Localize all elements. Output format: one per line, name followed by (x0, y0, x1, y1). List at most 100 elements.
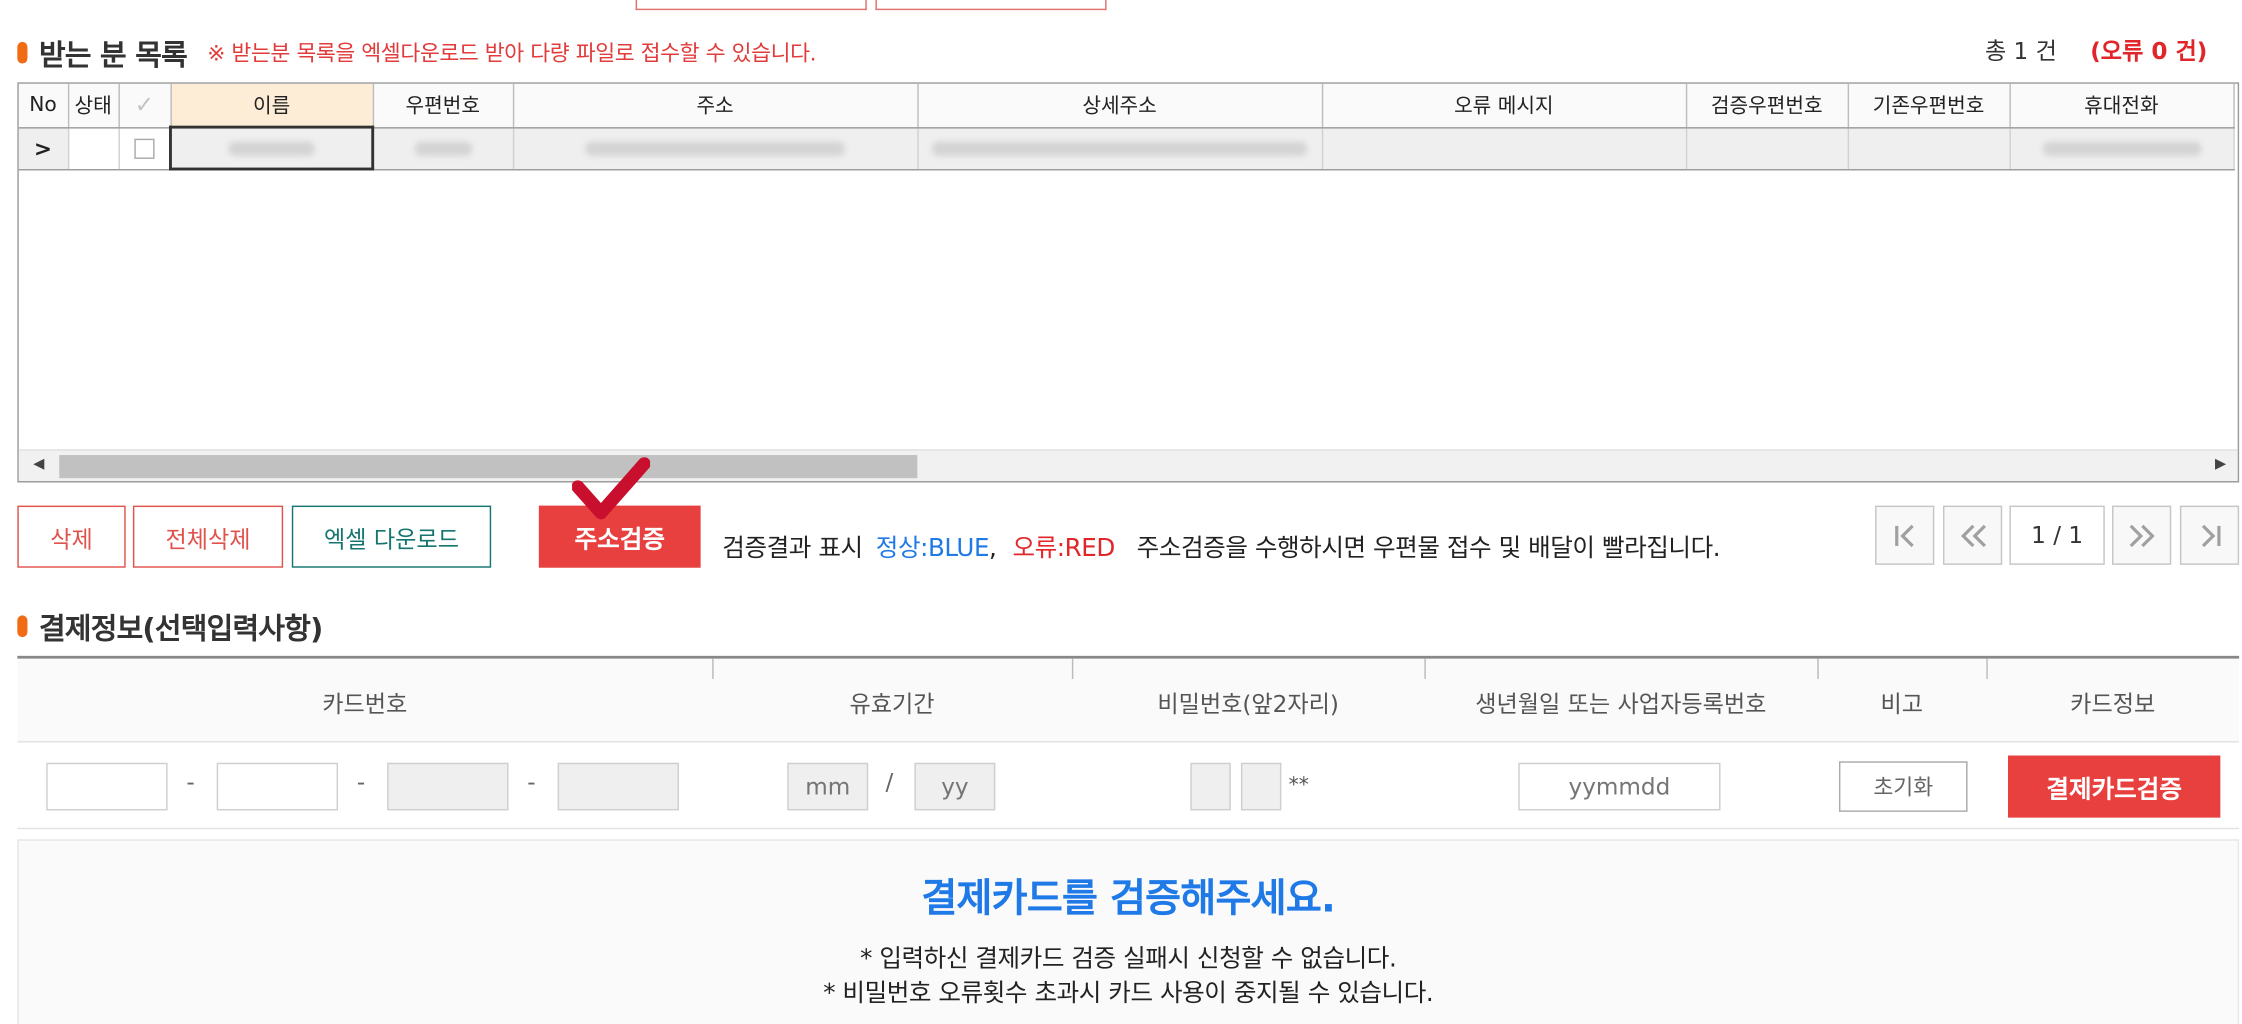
card-number-2-input[interactable] (216, 762, 339, 811)
header-card-number: 카드번호 (322, 690, 408, 718)
first-page-button[interactable] (1875, 505, 1935, 565)
next-page-icon (2128, 523, 2154, 547)
card-number-1-input[interactable] (46, 762, 168, 811)
row-zip-cell[interactable] (372, 127, 514, 170)
blurred-detail-address (931, 140, 1308, 156)
table-row[interactable]: > (18, 125, 2235, 171)
row-name-cell[interactable] (169, 125, 375, 171)
card-notice: 결제카드를 검증해주세요. * 입력하신 결제카드 검증 실패시 신청할 수 없… (17, 839, 2240, 1024)
payment-input-row: - - - / ** 초기화 결제카드검증 (17, 742, 2240, 830)
bullet-icon (17, 41, 28, 64)
checkmark-icon (572, 457, 651, 520)
row-mobile-cell[interactable] (2009, 127, 2235, 170)
expiry-slash: / (885, 768, 894, 796)
top-button-stub-1[interactable] (635, 0, 867, 11)
reset-button[interactable]: 초기화 (1838, 761, 1968, 812)
col-status[interactable]: 상태 (67, 83, 120, 128)
col-verified-zip[interactable]: 검증우편번호 (1685, 83, 1849, 128)
grid-header-row: No 상태 ✓ 이름 우편번호 주소 상세주소 오류 메시지 검증우편번호 기존… (18, 83, 2235, 128)
prev-page-button[interactable] (1942, 505, 2003, 565)
row-verified-zip-cell[interactable] (1685, 127, 1849, 170)
total-count: 총 1 건 (오류 0 건) (1985, 32, 2207, 67)
verify-legend: 검증결과 표시 정상:BLUE, 오류:RED 주소검증을 수행하시면 우편물 … (722, 527, 1721, 564)
header-birth: 생년월일 또는 사업자등록번호 (1475, 690, 1767, 718)
delete-all-button[interactable]: 전체삭제 (132, 505, 284, 568)
row-detail-cell[interactable] (917, 127, 1323, 170)
header-divider (1071, 658, 1074, 679)
password-digit-2-input[interactable] (1240, 762, 1282, 811)
page-indicator: 1 / 1 (2009, 505, 2105, 565)
last-page-icon (2201, 523, 2220, 547)
card-number-3-input[interactable] (387, 762, 509, 811)
recipients-heading: 받는 분 목록 ※ 받는분 목록을 엑셀다운로드 받아 다량 파일로 접수할 수… (17, 32, 816, 74)
header-card-info: 카드정보 (2070, 690, 2156, 718)
notice-heading: 결제카드를 검증해주세요. (921, 876, 1336, 922)
header-divider (712, 658, 714, 679)
col-detail-address[interactable]: 상세주소 (917, 83, 1323, 128)
next-page-button[interactable] (2112, 505, 2172, 565)
notice-line-2: * 비밀번호 오류횟수 초과시 카드 사용이 중지될 수 있습니다. (823, 979, 1434, 1009)
delete-button[interactable]: 삭제 (17, 505, 126, 568)
dash-1: - (186, 768, 195, 796)
scroll-right-icon[interactable]: ▶ (2215, 456, 2226, 472)
bullet-icon (17, 615, 28, 638)
verify-hint: 주소검증을 수행하시면 우편물 접수 및 배달이 빨라집니다. (1136, 534, 1721, 564)
payment-header-row: 카드번호 유효기간 비밀번호(앞2자리) 생년월일 또는 사업자등록번호 비고 … (17, 658, 2240, 743)
excel-download-button[interactable]: 엑셀 다운로드 (291, 505, 492, 568)
expiry-month-input[interactable] (787, 762, 869, 811)
col-mobile[interactable]: 휴대전화 (2009, 83, 2235, 128)
normal-legend: 정상:BLUE (875, 534, 990, 564)
col-no[interactable]: No (18, 83, 69, 128)
col-name[interactable]: 이름 (170, 83, 374, 128)
row-checkbox[interactable] (133, 137, 155, 159)
recipients-note: ※ 받는분 목록을 엑셀다운로드 받아 다량 파일로 접수할 수 있습니다. (207, 40, 817, 67)
header-password: 비밀번호(앞2자리) (1157, 690, 1339, 718)
birth-input[interactable] (1518, 762, 1721, 811)
col-zip[interactable]: 우편번호 (372, 83, 514, 128)
error-legend: 오류:RED (1012, 534, 1115, 564)
header-divider (1986, 658, 1988, 679)
password-mask: ** (1288, 774, 1309, 798)
header-expiry: 유효기간 (849, 690, 935, 718)
row-error-cell[interactable] (1321, 127, 1687, 170)
blurred-zip (414, 140, 473, 156)
expiry-year-input[interactable] (914, 762, 996, 811)
result-label: 검증결과 표시 (722, 534, 863, 564)
check-all-icon[interactable]: ✓ (135, 91, 154, 118)
row-marker: > (18, 127, 69, 170)
col-check[interactable]: ✓ (118, 83, 172, 128)
header-remarks: 비고 (1880, 690, 1924, 718)
col-address[interactable]: 주소 (512, 83, 919, 128)
first-page-icon (1894, 523, 1914, 547)
password-digit-1-input[interactable] (1190, 762, 1231, 811)
row-existing-zip-cell[interactable] (1847, 127, 2011, 170)
scroll-left-icon[interactable]: ◀ (33, 456, 44, 472)
notice-line-1: * 입력하신 결제카드 검증 실패시 신청할 수 없습니다. (860, 944, 1397, 974)
payment-table: 카드번호 유효기간 비밀번호(앞2자리) 생년월일 또는 사업자등록번호 비고 … (17, 655, 2240, 830)
verify-card-button[interactable]: 결제카드검증 (2007, 755, 2221, 818)
blurred-name (228, 140, 315, 156)
dash-3: - (527, 768, 536, 796)
row-status (67, 127, 120, 170)
dash-2: - (356, 768, 366, 796)
recipients-grid: No 상태 ✓ 이름 우편번호 주소 상세주소 오류 메시지 검증우편번호 기존… (17, 82, 2240, 483)
header-divider (1817, 658, 1819, 679)
last-page-button[interactable] (2179, 505, 2240, 565)
recipients-table: No 상태 ✓ 이름 우편번호 주소 상세주소 오류 메시지 검증우편번호 기존… (18, 83, 2235, 171)
row-address-cell[interactable] (512, 127, 919, 170)
row-check-cell[interactable] (118, 127, 172, 170)
card-number-4-input[interactable] (557, 762, 679, 811)
col-error-message[interactable]: 오류 메시지 (1321, 83, 1687, 128)
payment-heading: 결제정보(선택입력사항) (17, 605, 323, 647)
scroll-thumb[interactable] (59, 455, 918, 479)
horizontal-scrollbar[interactable]: ◀ ▶ (18, 449, 2238, 482)
top-button-stub-2[interactable] (875, 0, 1107, 11)
legend-comma: , (989, 534, 997, 564)
error-count: (오류 0 건) (2090, 37, 2208, 66)
col-existing-zip[interactable]: 기존우편번호 (1847, 83, 2011, 128)
total-label: 총 1 건 (1984, 37, 2057, 66)
payment-title: 결제정보(선택입력사항) (39, 611, 323, 646)
header-divider (1424, 658, 1426, 679)
recipients-title: 받는 분 목록 (39, 37, 188, 73)
blurred-address (585, 140, 846, 156)
